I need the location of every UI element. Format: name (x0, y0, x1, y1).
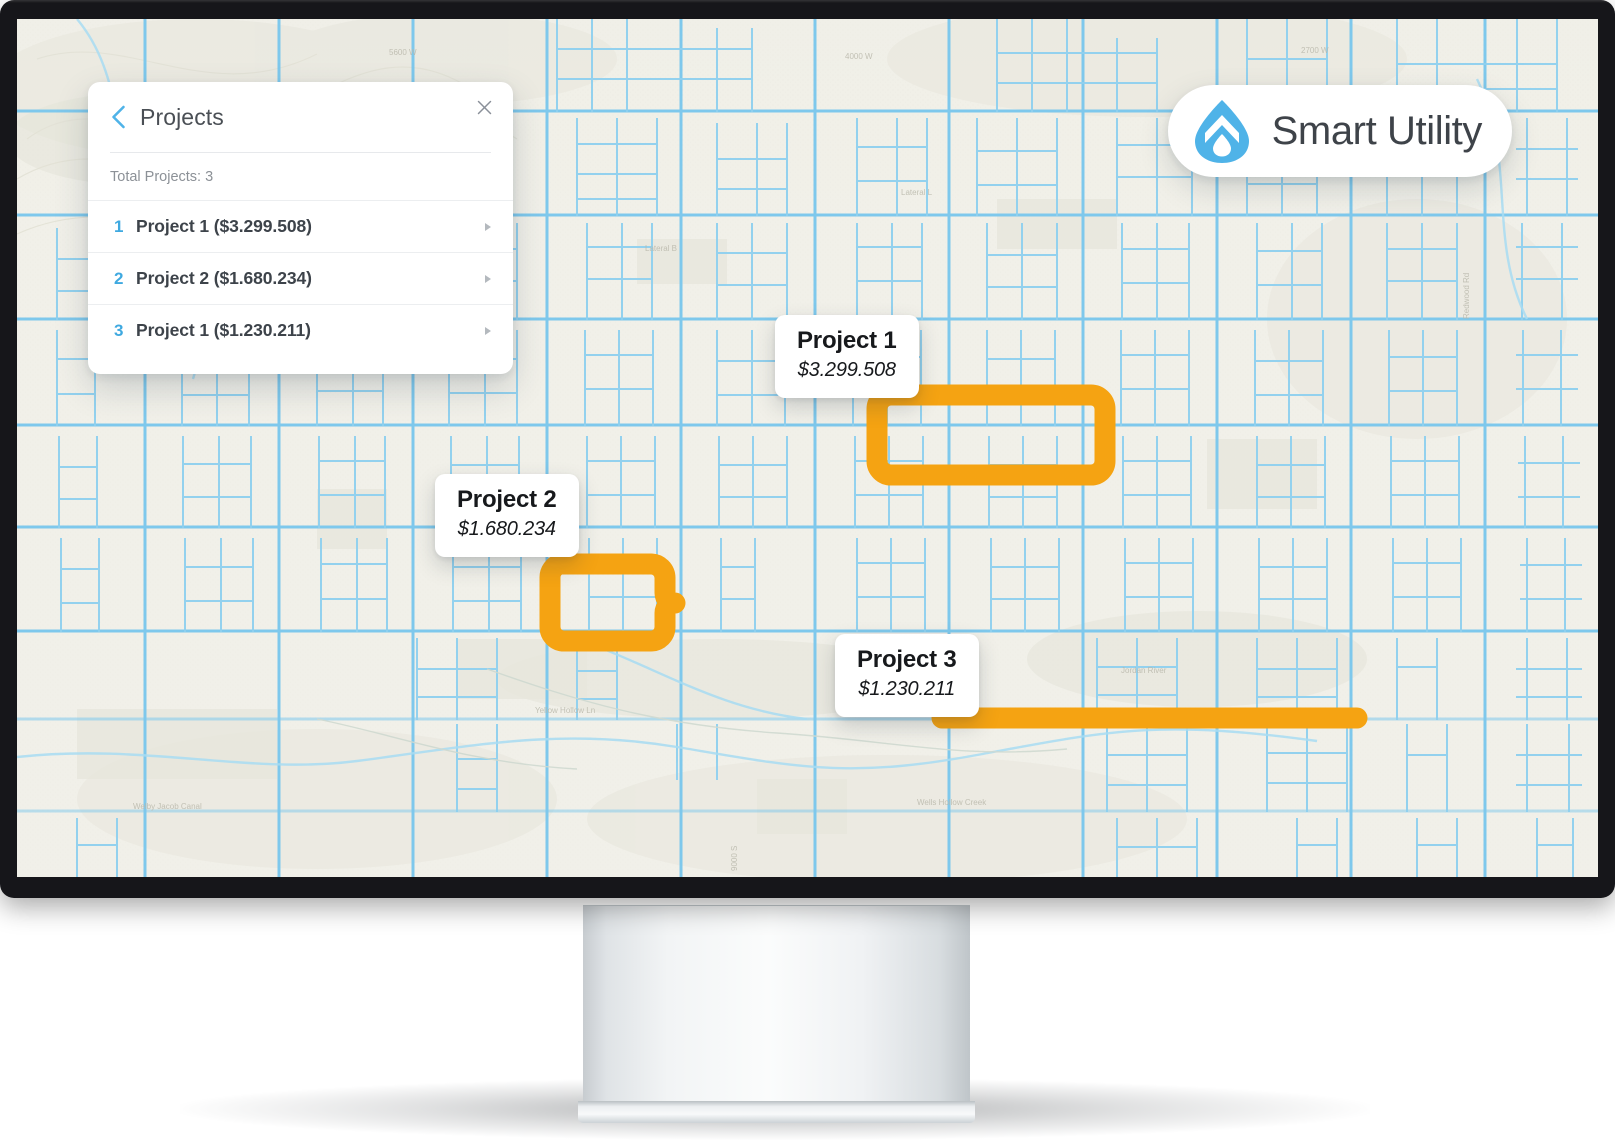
screen: 5600 W 4000 W 2700 W Redwood Rd Lateral … (17, 19, 1598, 877)
chevron-right-icon[interactable] (485, 327, 491, 335)
svg-text:Wells Hollow Creek: Wells Hollow Creek (917, 798, 987, 807)
close-icon[interactable] (471, 94, 497, 120)
svg-text:Lateral B: Lateral B (645, 244, 677, 253)
monitor-stand-neck (583, 905, 970, 1102)
project-index: 2 (114, 269, 136, 289)
monitor-assembly: 5600 W 4000 W 2700 W Redwood Rd Lateral … (0, 0, 1615, 1147)
chevron-right-icon[interactable] (485, 275, 491, 283)
monitor-bezel: 5600 W 4000 W 2700 W Redwood Rd Lateral … (0, 0, 1615, 898)
svg-text:Redwood Rd: Redwood Rd (1462, 273, 1471, 319)
project-list-item[interactable]: 3 Project 1 ($1.230.211) (88, 304, 513, 356)
monitor-stand-base (578, 1101, 975, 1123)
svg-text:5600 W: 5600 W (389, 48, 417, 57)
project-list-item[interactable]: 1 Project 1 ($3.299.508) (88, 200, 513, 252)
project-index: 3 (114, 321, 136, 341)
water-drop-icon (1192, 98, 1252, 164)
total-projects-label: Total Projects: 3 (88, 153, 513, 200)
chevron-right-icon[interactable] (485, 223, 491, 231)
svg-text:2700 W: 2700 W (1301, 46, 1329, 55)
chevron-left-icon[interactable] (110, 104, 127, 130)
project-index: 1 (114, 217, 136, 237)
brand-badge[interactable]: Smart Utility (1168, 85, 1512, 177)
map-label-project-2[interactable]: Project 2 $1.680.234 (435, 474, 579, 557)
map-label-project-1[interactable]: Project 1 $3.299.508 (775, 315, 919, 398)
map-label-amount: $3.299.508 (797, 358, 897, 383)
svg-text:Jordan River: Jordan River (1121, 666, 1167, 675)
map-label-project-3[interactable]: Project 3 $1.230.211 (835, 634, 979, 717)
svg-text:Yellow Hollow Ln: Yellow Hollow Ln (535, 706, 595, 715)
svg-text:9000 S: 9000 S (730, 846, 739, 871)
map-label-amount: $1.680.234 (457, 517, 557, 542)
project-label: Project 2 ($1.680.234) (136, 268, 485, 289)
project-label: Project 1 ($3.299.508) (136, 216, 485, 237)
project-list: 1 Project 1 ($3.299.508) 2 Project 2 ($1… (88, 200, 513, 356)
panel-bottom-padding (88, 356, 513, 374)
project-label: Project 1 ($1.230.211) (136, 320, 485, 341)
map-label-title: Project 3 (857, 647, 957, 674)
map-label-title: Project 2 (457, 487, 557, 514)
project-list-item[interactable]: 2 Project 2 ($1.680.234) (88, 252, 513, 304)
close-glyph (477, 100, 492, 115)
panel-header: Projects (88, 82, 513, 152)
map-label-title: Project 1 (797, 328, 897, 355)
svg-text:Welby Jacob Canal: Welby Jacob Canal (133, 802, 202, 811)
brand-name: Smart Utility (1272, 111, 1482, 151)
panel-title: Projects (140, 106, 224, 129)
projects-panel[interactable]: Projects Total Projects: 3 1 Project 1 (… (88, 82, 513, 374)
map-label-amount: $1.230.211 (857, 677, 957, 702)
svg-text:Lateral L: Lateral L (901, 188, 933, 197)
svg-text:4000 W: 4000 W (845, 52, 873, 61)
